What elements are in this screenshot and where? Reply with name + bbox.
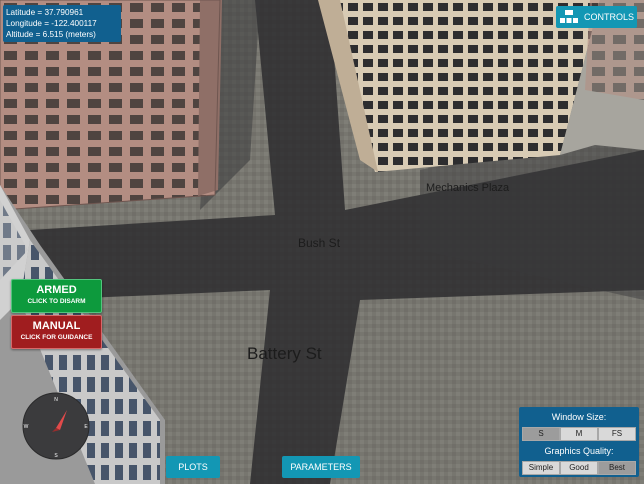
armed-subtitle: CLICK TO DISARM xyxy=(27,298,86,305)
street-label-bush-st: Bush St xyxy=(298,236,341,250)
compass-north: N xyxy=(54,397,58,403)
armed-title: ARMED xyxy=(36,284,77,296)
graphics-best[interactable]: Best xyxy=(598,461,636,475)
graphics-quality-selector: Simple Good Best xyxy=(522,461,636,475)
manual-title: MANUAL xyxy=(32,320,81,332)
graphics-quality-title: Graphics Quality: xyxy=(544,446,614,456)
coordinates-panel: Latitude = 37.790961 Longitude = -122.40… xyxy=(3,5,121,42)
window-size-s[interactable]: S xyxy=(522,427,560,441)
window-size-fs[interactable]: FS xyxy=(598,427,636,441)
controls-label: CONTROLS xyxy=(584,12,635,22)
graphics-simple[interactable]: Simple xyxy=(522,461,560,475)
graphics-good[interactable]: Good xyxy=(560,461,598,475)
altitude-readout: Altitude = 6.515 (meters) xyxy=(6,30,96,39)
manual-button[interactable]: MANUAL CLICK FOR GUIDANCE xyxy=(11,315,102,349)
manual-subtitle: CLICK FOR GUIDANCE xyxy=(20,334,93,341)
armed-button[interactable]: ARMED CLICK TO DISARM xyxy=(11,279,102,313)
settings-panel: Window Size: S M FS Graphics Quality: Si… xyxy=(519,407,639,477)
parameters-button[interactable]: PARAMETERS xyxy=(282,456,360,478)
plots-button[interactable]: PLOTS xyxy=(166,456,220,478)
compass: N S E W xyxy=(22,392,90,460)
window-size-m[interactable]: M xyxy=(560,427,598,441)
window-size-title: Window Size: xyxy=(551,412,607,422)
longitude-readout: Longitude = -122.400117 xyxy=(6,19,97,28)
controls-button[interactable]: CONTROLS xyxy=(556,6,637,28)
street-label-battery-st: Battery St xyxy=(247,344,322,363)
window-size-selector: S M FS xyxy=(522,427,636,441)
street-label-mechanics-plaza: Mechanics Plaza xyxy=(426,182,510,194)
latitude-readout: Latitude = 37.790961 xyxy=(6,8,84,17)
compass-west: W xyxy=(24,424,29,430)
controls-grid-icon xyxy=(560,10,578,23)
